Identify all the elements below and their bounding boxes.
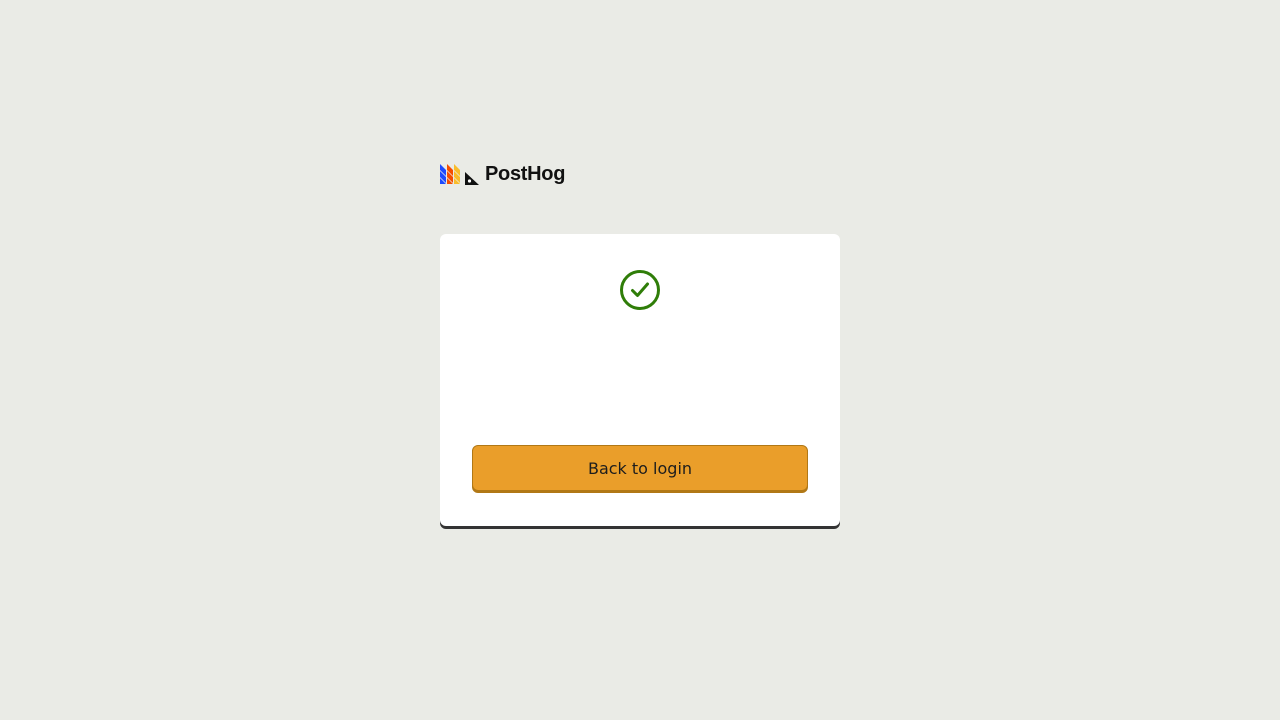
back-to-login-button[interactable]: Back to login — [472, 445, 808, 491]
brand-name: PostHog — [485, 163, 566, 185]
check-circle-icon — [620, 270, 660, 310]
posthog-logo-icon — [440, 164, 479, 185]
page: PostHog Back to login — [0, 0, 1280, 720]
success-card: Back to login — [440, 234, 840, 526]
auth-container: PostHog Back to login — [440, 162, 840, 526]
brand-header: PostHog — [440, 162, 840, 186]
